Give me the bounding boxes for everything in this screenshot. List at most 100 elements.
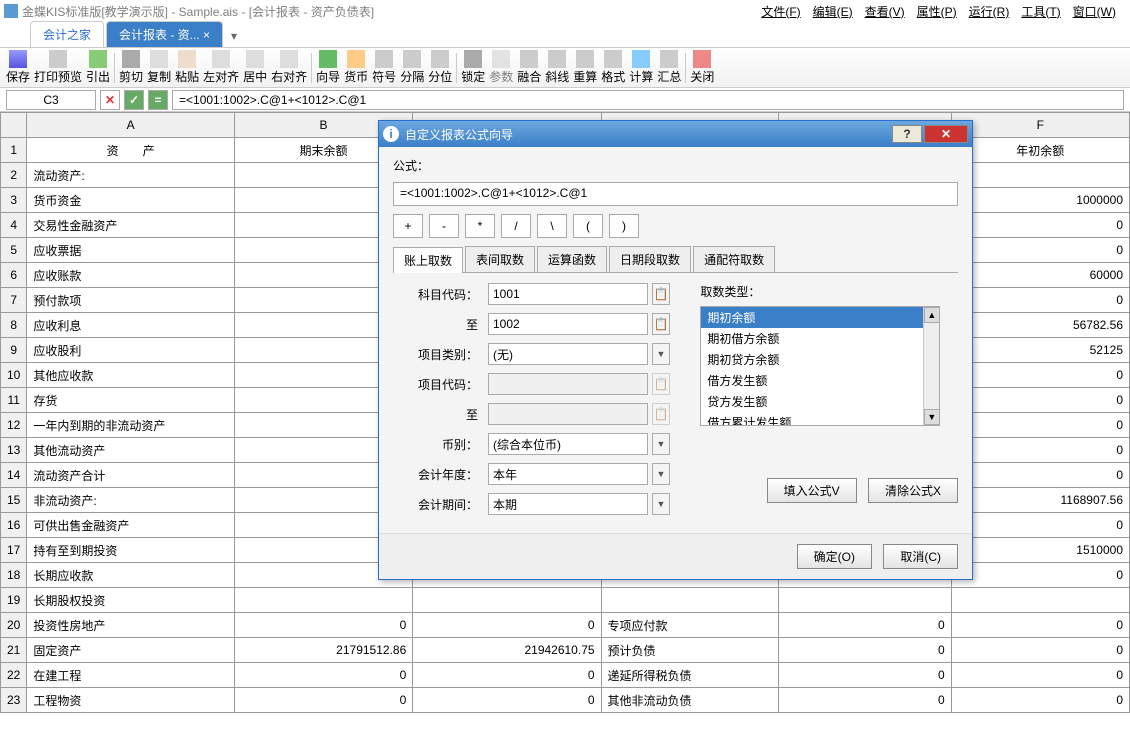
- cell[interactable]: 0: [951, 463, 1129, 488]
- tab-home[interactable]: 会计之家: [30, 21, 104, 47]
- row-header[interactable]: 10: [1, 363, 27, 388]
- operator-/-button[interactable]: /: [501, 214, 531, 238]
- currency-button[interactable]: 货币: [342, 48, 370, 87]
- cell[interactable]: 60000: [951, 263, 1129, 288]
- row-header[interactable]: 14: [1, 463, 27, 488]
- cell[interactable]: 1510000: [951, 538, 1129, 563]
- row-header[interactable]: 18: [1, 563, 27, 588]
- operator-*-button[interactable]: *: [465, 214, 495, 238]
- align-left-button[interactable]: 左对齐: [201, 48, 241, 87]
- ok-button[interactable]: 确定(O): [797, 544, 872, 569]
- row-header[interactable]: 8: [1, 313, 27, 338]
- symbol-button[interactable]: 符号: [370, 48, 398, 87]
- cell[interactable]: 交易性金融资产: [27, 213, 234, 238]
- cell[interactable]: 在建工程: [27, 663, 234, 688]
- dialog-tab-1[interactable]: 表间取数: [465, 246, 535, 272]
- cell[interactable]: [413, 588, 601, 613]
- dialog-formula-input[interactable]: =<1001:1002>.C@1+<1012>.C@1: [393, 182, 958, 206]
- row-header[interactable]: 11: [1, 388, 27, 413]
- fetch-type-listbox[interactable]: 期初余额期初借方余额期初贷方余额借方发生额贷方发生额借方累计发生额贷方累计发生额…: [700, 306, 940, 426]
- row-header[interactable]: 15: [1, 488, 27, 513]
- row-header[interactable]: 12: [1, 413, 27, 438]
- operator-)-button[interactable]: ): [609, 214, 639, 238]
- cell[interactable]: 56782.56: [951, 313, 1129, 338]
- year-dropdown-button[interactable]: ▼: [652, 463, 670, 485]
- cell[interactable]: 一年内到期的非流动资产: [27, 413, 234, 438]
- dialog-tab-3[interactable]: 日期段取数: [609, 246, 691, 272]
- calc-button[interactable]: 计算: [627, 48, 655, 87]
- subject-from-lookup-button[interactable]: 📋: [652, 283, 670, 305]
- currency-select[interactable]: [488, 433, 648, 455]
- cell[interactable]: 其他流动资产: [27, 438, 234, 463]
- cell[interactable]: 持有至到期投资: [27, 538, 234, 563]
- recalc-button[interactable]: 重算: [571, 48, 599, 87]
- cell[interactable]: [779, 588, 952, 613]
- close-button[interactable]: 关闭: [688, 48, 716, 87]
- paste-button[interactable]: 粘贴: [173, 48, 201, 87]
- cell[interactable]: 其他应收款: [27, 363, 234, 388]
- cell[interactable]: 0: [951, 688, 1129, 713]
- row-header[interactable]: 17: [1, 538, 27, 563]
- cell[interactable]: 应收利息: [27, 313, 234, 338]
- cell[interactable]: 21791512.86: [234, 638, 412, 663]
- menu-file[interactable]: 文件(F): [761, 3, 800, 20]
- formula-confirm-button[interactable]: ✓: [124, 90, 144, 110]
- cell[interactable]: 0: [951, 213, 1129, 238]
- align-right-button[interactable]: 右对齐: [269, 48, 309, 87]
- cell[interactable]: 流动资产:: [27, 163, 234, 188]
- year-select[interactable]: [488, 463, 648, 485]
- diagonal-button[interactable]: 斜线: [543, 48, 571, 87]
- cell[interactable]: 0: [413, 688, 601, 713]
- cell[interactable]: 其他非流动负债: [601, 688, 779, 713]
- cell[interactable]: 长期股权投资: [27, 588, 234, 613]
- tab-report[interactable]: 会计报表 - 资... ×: [106, 21, 223, 47]
- row-header[interactable]: 19: [1, 588, 27, 613]
- cell[interactable]: 0: [234, 663, 412, 688]
- scroll-down-button[interactable]: ▼: [924, 409, 940, 425]
- cell[interactable]: 流动资产合计: [27, 463, 234, 488]
- cell[interactable]: 0: [413, 613, 601, 638]
- corner-cell[interactable]: [1, 113, 27, 138]
- cell[interactable]: 存货: [27, 388, 234, 413]
- format-button[interactable]: 格式: [599, 48, 627, 87]
- cell[interactable]: 0: [951, 438, 1129, 463]
- subject-to-input[interactable]: [488, 313, 648, 335]
- cell[interactable]: 应收股利: [27, 338, 234, 363]
- project-class-select[interactable]: [488, 343, 648, 365]
- cell[interactable]: 0: [413, 663, 601, 688]
- row-header[interactable]: 1: [1, 138, 27, 163]
- cell[interactable]: 0: [951, 388, 1129, 413]
- cell[interactable]: 0: [234, 688, 412, 713]
- summary-button[interactable]: 汇总: [655, 48, 683, 87]
- cell[interactable]: 年初余额: [951, 138, 1129, 163]
- subject-from-input[interactable]: [488, 283, 648, 305]
- cell[interactable]: 0: [951, 363, 1129, 388]
- cell[interactable]: 预计负债: [601, 638, 779, 663]
- cell[interactable]: 递延所得税负债: [601, 663, 779, 688]
- formula-cancel-button[interactable]: ✕: [100, 90, 120, 110]
- cell[interactable]: 0: [779, 638, 952, 663]
- row-header[interactable]: 20: [1, 613, 27, 638]
- cell[interactable]: 预付款项: [27, 288, 234, 313]
- cell[interactable]: 可供出售金融资产: [27, 513, 234, 538]
- merge-button[interactable]: 融合: [515, 48, 543, 87]
- cell[interactable]: 应收票据: [27, 238, 234, 263]
- dialog-close-button[interactable]: ✕: [924, 125, 968, 143]
- row-header[interactable]: 21: [1, 638, 27, 663]
- formula-equals-button[interactable]: =: [148, 90, 168, 110]
- cell[interactable]: 货币资金: [27, 188, 234, 213]
- cell-reference-box[interactable]: C3: [6, 90, 96, 110]
- row-header[interactable]: 3: [1, 188, 27, 213]
- cell[interactable]: [234, 588, 412, 613]
- cell[interactable]: [951, 588, 1129, 613]
- row-header[interactable]: 7: [1, 288, 27, 313]
- formula-input[interactable]: =<1001:1002>.C@1+<1012>.C@1: [172, 90, 1124, 110]
- cell[interactable]: 固定资产: [27, 638, 234, 663]
- menu-window[interactable]: 窗口(W): [1073, 3, 1116, 20]
- fetch-type-option[interactable]: 贷方发生额: [701, 391, 939, 412]
- cell[interactable]: 52125: [951, 338, 1129, 363]
- cut-button[interactable]: 剪切: [117, 48, 145, 87]
- cell[interactable]: 0: [951, 563, 1129, 588]
- row-header[interactable]: 22: [1, 663, 27, 688]
- period-select[interactable]: [488, 493, 648, 515]
